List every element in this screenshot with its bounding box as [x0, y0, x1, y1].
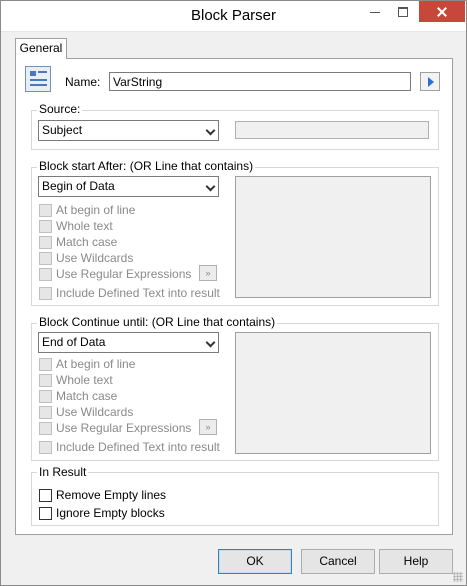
checkbox [39, 374, 52, 387]
checkbox-label: At begin of line [56, 203, 136, 217]
checkbox[interactable] [39, 489, 52, 502]
name-label: Name: [65, 75, 101, 89]
source-title: Source: [37, 102, 83, 116]
block-continue-select[interactable]: End of Data [38, 332, 219, 353]
checkbox-label: Match case [56, 389, 118, 403]
maximize-icon[interactable] [389, 1, 417, 22]
block-parser-window: Block Parser General Name: VarString Sou… [0, 0, 467, 586]
in-result-title: In Result [37, 465, 89, 479]
checkbox [39, 422, 52, 435]
play-arrow-icon[interactable] [420, 72, 440, 91]
checkbox [39, 406, 52, 419]
block-start-select-value: Begin of Data [42, 179, 115, 193]
chevron-down-icon [205, 337, 216, 348]
checkbox [39, 220, 52, 233]
checkbox-label: Use Regular Expressions [56, 421, 192, 435]
checkbox [39, 287, 52, 300]
checkbox-label: Match case [56, 235, 118, 249]
regex-expand-button: » [199, 265, 217, 281]
checkbox [39, 252, 52, 265]
checkbox-label: Use Wildcards [56, 251, 134, 265]
checkbox [39, 268, 52, 281]
checkbox-label: Whole text [56, 219, 113, 233]
tab-general[interactable]: General [15, 38, 67, 59]
source-select-value: Subject [42, 123, 83, 137]
ok-button[interactable]: OK [218, 549, 292, 574]
checkbox-label: Whole text [56, 373, 113, 387]
checkbox-label: Use Regular Expressions [56, 267, 192, 281]
block-start-text-area [235, 176, 431, 298]
checkbox-label[interactable]: Remove Empty lines [56, 488, 166, 502]
form-icon [25, 66, 51, 92]
block-continue-title: Block Continue until: (OR Line that cont… [37, 315, 278, 329]
chevron-down-icon [205, 125, 216, 136]
checkbox [39, 390, 52, 403]
checkbox [39, 441, 52, 454]
regex-expand-button: » [199, 419, 217, 435]
checkbox[interactable] [39, 507, 52, 520]
block-start-title: Block start After: (OR Line that contain… [37, 159, 256, 173]
resize-grip-icon[interactable] [453, 572, 463, 582]
source-text-field [235, 121, 429, 139]
block-continue-text-area [235, 332, 431, 454]
checkbox-label[interactable]: Ignore Empty blocks [56, 506, 165, 520]
checkbox [39, 236, 52, 249]
title-bar[interactable]: Block Parser [1, 1, 466, 32]
checkbox [39, 358, 52, 371]
checkbox-label: Include Defined Text into result [56, 440, 220, 454]
checkbox [39, 204, 52, 217]
source-select[interactable]: Subject [38, 120, 219, 141]
close-icon[interactable] [419, 1, 465, 22]
checkbox-label: Include Defined Text into result [56, 286, 220, 300]
checkbox-label: At begin of line [56, 357, 136, 371]
help-button[interactable]: Help [379, 549, 453, 574]
checkbox-label: Use Wildcards [56, 405, 134, 419]
block-start-select[interactable]: Begin of Data [38, 176, 219, 197]
block-continue-select-value: End of Data [42, 335, 106, 349]
name-input[interactable]: VarString [109, 72, 411, 91]
chevron-down-icon [205, 181, 216, 192]
minimize-icon[interactable] [361, 1, 389, 22]
cancel-button[interactable]: Cancel [301, 549, 375, 574]
